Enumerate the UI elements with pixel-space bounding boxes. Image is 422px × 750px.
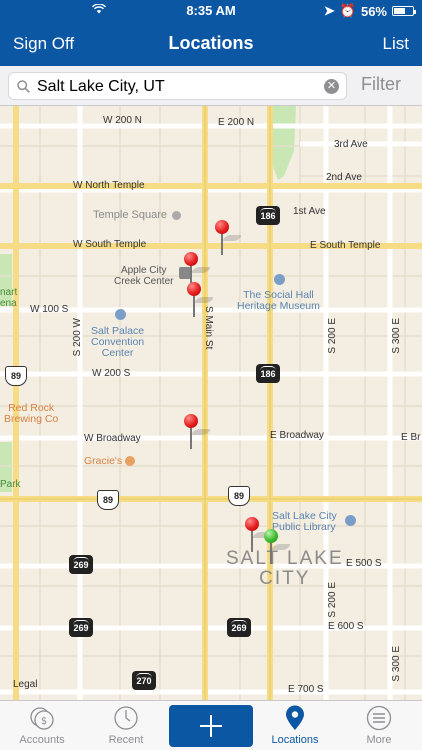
poi-salt-palace[interactable]: Salt Palace Convention Center	[91, 326, 144, 359]
svg-text:$: $	[41, 716, 47, 727]
street-e700s: E 700 S	[288, 684, 324, 695]
highway-269-shield: 269	[69, 555, 93, 574]
accounts-icon: $	[30, 707, 54, 730]
map-pin-icon	[286, 705, 304, 730]
library-icon	[345, 515, 356, 526]
poi-red-rock[interactable]: Red Rock Brewing Co	[4, 403, 58, 425]
street-3rd-ave: 3rd Ave	[334, 139, 368, 150]
status-bar: 8:35 AM ➤ ⏰ 56%	[0, 0, 422, 20]
highway-186-shield: 186	[256, 364, 280, 383]
highway-269-shield: 269	[69, 618, 93, 637]
highway-186-shield: 186	[256, 206, 280, 225]
poi-park-fragment: Park	[0, 479, 21, 490]
street-w-broadway: W Broadway	[84, 433, 141, 444]
poi-social-hall[interactable]: The Social Hall Heritage Museum	[237, 290, 320, 312]
street-s200w: S 200 W	[72, 318, 83, 357]
map-view[interactable]: W 200 N E 200 N 3rd Ave 2nd Ave W North …	[0, 106, 422, 700]
tab-more-label: More	[366, 734, 392, 746]
menu-icon	[366, 705, 392, 731]
battery-percent: 56%	[360, 3, 387, 19]
street-w-north-temple: W North Temple	[73, 180, 145, 191]
poi-gracies-label: Gracie's	[84, 455, 123, 467]
street-1st-ave: 1st Ave	[293, 206, 326, 217]
search-bar: ✕ Filter	[0, 66, 422, 106]
tab-locations[interactable]: Locations	[253, 701, 337, 750]
status-right: ➤ ⏰ 56%	[323, 3, 416, 19]
tab-accounts[interactable]: $ Accounts	[0, 701, 84, 750]
map-roads	[0, 106, 422, 700]
poi-arena-fragment: nart ena	[0, 287, 18, 309]
nav-header: 8:35 AM ➤ ⏰ 56% Sign Off Locations List	[0, 0, 422, 66]
street-e-br: E Br	[401, 432, 421, 443]
interstate-89-shield: 89	[228, 486, 250, 506]
street-s-main: S Main St	[203, 306, 214, 350]
tab-recent-label: Recent	[108, 734, 144, 746]
tab-more[interactable]: More	[337, 701, 421, 750]
street-e200n: E 200 N	[218, 117, 255, 128]
convention-icon	[115, 309, 126, 320]
poi-gracies[interactable]: Gracie's	[84, 455, 136, 467]
location-pin[interactable]	[184, 414, 212, 450]
city-label: SALT LAKE CITY	[226, 548, 344, 589]
page-title: Locations	[168, 33, 254, 53]
highway-270-shield: 270	[132, 671, 156, 690]
museum-icon	[274, 274, 285, 285]
search-input[interactable]	[37, 76, 327, 97]
street-e600s: E 600 S	[328, 621, 364, 632]
current-location-pin[interactable]	[264, 529, 292, 565]
clear-icon[interactable]: ✕	[324, 79, 339, 94]
poi-apple-city[interactable]: Apple City Creek Center	[114, 265, 173, 287]
tab-locations-label: Locations	[271, 734, 319, 746]
street-s300e-south: S 300 E	[391, 646, 402, 682]
restaurant-icon	[125, 456, 136, 467]
location-arrow-icon: ➤	[323, 3, 335, 18]
app: 8:35 AM ➤ ⏰ 56% Sign Off Locations List …	[0, 0, 422, 750]
battery-icon	[392, 6, 416, 16]
poi-temple-square[interactable]: Temple Square	[93, 209, 182, 221]
interstate-89-shield: 89	[97, 490, 119, 510]
tab-recent[interactable]: Recent	[84, 701, 168, 750]
add-button[interactable]	[169, 705, 253, 747]
street-e500s: E 500 S	[346, 558, 382, 569]
landmark-icon	[172, 210, 182, 220]
tab-accounts-label: Accounts	[19, 734, 65, 746]
alarm-icon: ⏰	[339, 3, 356, 18]
street-w200n: W 200 N	[103, 115, 142, 126]
location-pin[interactable]	[215, 220, 243, 256]
street-e-south-temple: E South Temple	[310, 240, 381, 251]
tab-bar: $ Accounts Recent Locations More	[0, 700, 422, 750]
legal-link[interactable]: Legal	[13, 679, 37, 690]
poi-library[interactable]: Salt Lake City Public Library	[272, 511, 337, 533]
search-box[interactable]: ✕	[8, 72, 347, 100]
clock-icon	[114, 706, 138, 730]
street-s300e-north: S 300 E	[391, 318, 402, 354]
location-pin[interactable]	[245, 517, 273, 553]
filter-button[interactable]: Filter	[361, 74, 401, 95]
street-w200s: W 200 S	[92, 368, 131, 379]
search-icon	[17, 80, 30, 93]
street-w-south-temple: W South Temple	[73, 239, 147, 250]
poi-temple-square-label: Temple Square	[93, 209, 167, 221]
street-w100s: W 100 S	[30, 304, 69, 315]
street-s200e-north: S 200 E	[327, 318, 338, 354]
list-button[interactable]: List	[383, 34, 409, 54]
interstate-89-shield: 89	[5, 366, 27, 386]
highway-269-shield: 269	[227, 618, 251, 637]
location-pin[interactable]	[187, 282, 215, 318]
street-e-broadway: E Broadway	[270, 430, 324, 441]
street-2nd-ave: 2nd Ave	[326, 172, 362, 183]
